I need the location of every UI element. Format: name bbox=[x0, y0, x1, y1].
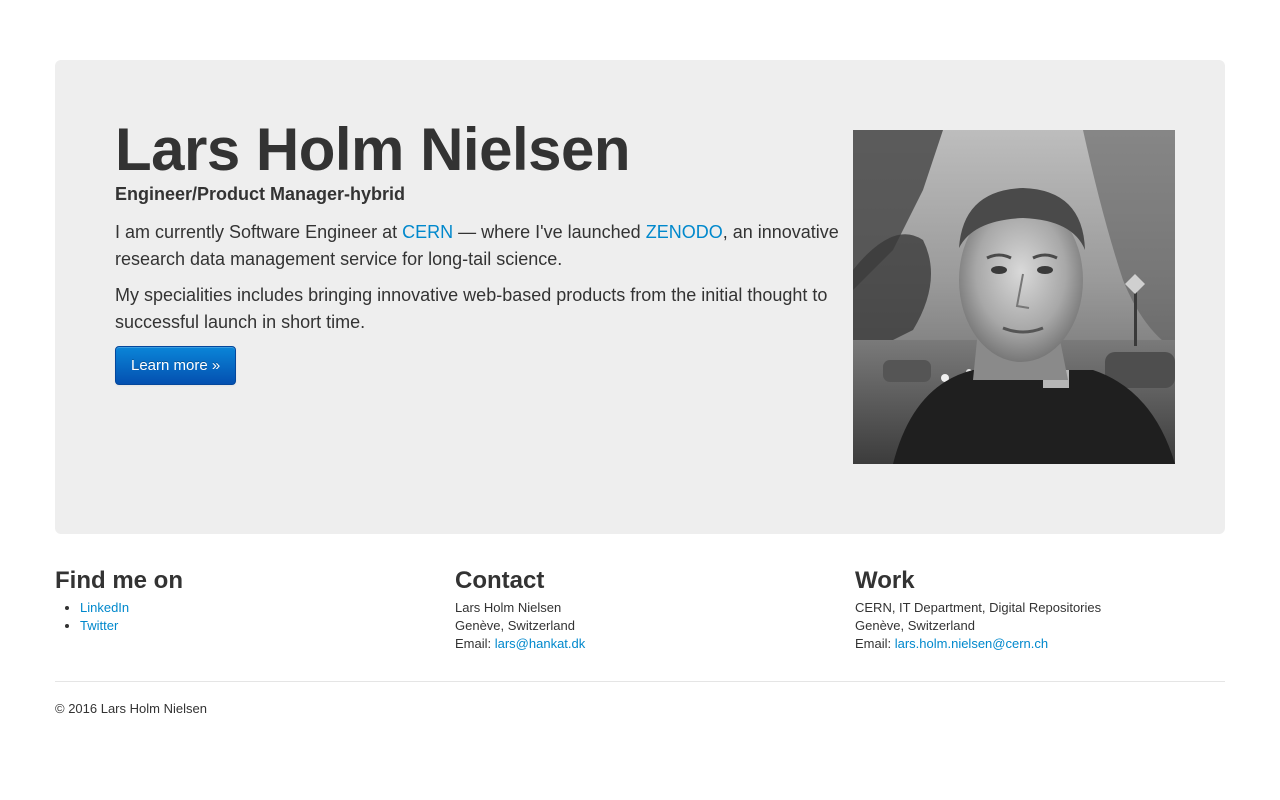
work-email-link[interactable]: lars.holm.nielsen@cern.ch bbox=[895, 636, 1048, 651]
work-email-label: Email: bbox=[855, 636, 895, 651]
contact-column: Contact Lars Holm Nielsen Genève, Switze… bbox=[455, 565, 825, 653]
zenodo-link[interactable]: ZENODO bbox=[646, 222, 723, 242]
linkedin-link[interactable]: LinkedIn bbox=[80, 600, 129, 615]
intro-paragraph: I am currently Software Engineer at CERN… bbox=[115, 219, 845, 273]
find-me-body: LinkedIn Twitter bbox=[55, 599, 425, 635]
work-body: CERN, IT Department, Digital Repositorie… bbox=[855, 599, 1225, 653]
learn-more-button[interactable]: Learn more » bbox=[115, 346, 237, 385]
find-me-heading: Find me on bbox=[55, 567, 183, 594]
social-links-list: LinkedIn Twitter bbox=[55, 599, 425, 635]
footer-copyright: © 2016 Lars Holm Nielsen bbox=[55, 701, 207, 716]
work-heading: Work bbox=[855, 567, 915, 594]
intro-text-middle: — where I've launched bbox=[453, 222, 646, 242]
page-title: Lars Holm Nielsen bbox=[115, 116, 631, 183]
work-location: Genève, Switzerland bbox=[855, 618, 975, 633]
list-item: Twitter bbox=[80, 617, 425, 635]
footer-divider bbox=[55, 681, 1225, 682]
hero-unit: Lars Holm Nielsen Engineer/Product Manag… bbox=[55, 60, 1225, 534]
twitter-link[interactable]: Twitter bbox=[80, 618, 118, 633]
work-org: CERN, IT Department, Digital Repositorie… bbox=[855, 600, 1102, 615]
contact-heading: Contact bbox=[455, 567, 545, 594]
specialities-paragraph: My specialities includes bringing innova… bbox=[115, 285, 828, 332]
work-email-row: Email: lars.holm.nielsen@cern.ch bbox=[855, 635, 1225, 653]
cern-link[interactable]: CERN bbox=[402, 222, 453, 242]
hero-text: Lars Holm Nielsen Engineer/Product Manag… bbox=[115, 118, 845, 385]
find-me-column: Find me on LinkedIn Twitter bbox=[55, 565, 425, 635]
list-item: LinkedIn bbox=[80, 599, 425, 617]
contact-email-label: Email: bbox=[455, 636, 495, 651]
contact-email-row: Email: lars@hankat.dk bbox=[455, 635, 825, 653]
contact-location: Genève, Switzerland bbox=[455, 618, 575, 633]
contact-email-link[interactable]: lars@hankat.dk bbox=[495, 636, 586, 651]
page-subtitle: Engineer/Product Manager-hybrid bbox=[115, 184, 406, 204]
contact-body: Lars Holm Nielsen Genève, Switzerland Em… bbox=[455, 599, 825, 653]
work-column: Work CERN, IT Department, Digital Reposi… bbox=[855, 565, 1225, 653]
intro-text-start: I am currently Software Engineer at bbox=[115, 222, 403, 242]
contact-name: Lars Holm Nielsen bbox=[455, 600, 562, 615]
portrait-photo bbox=[853, 130, 1175, 464]
